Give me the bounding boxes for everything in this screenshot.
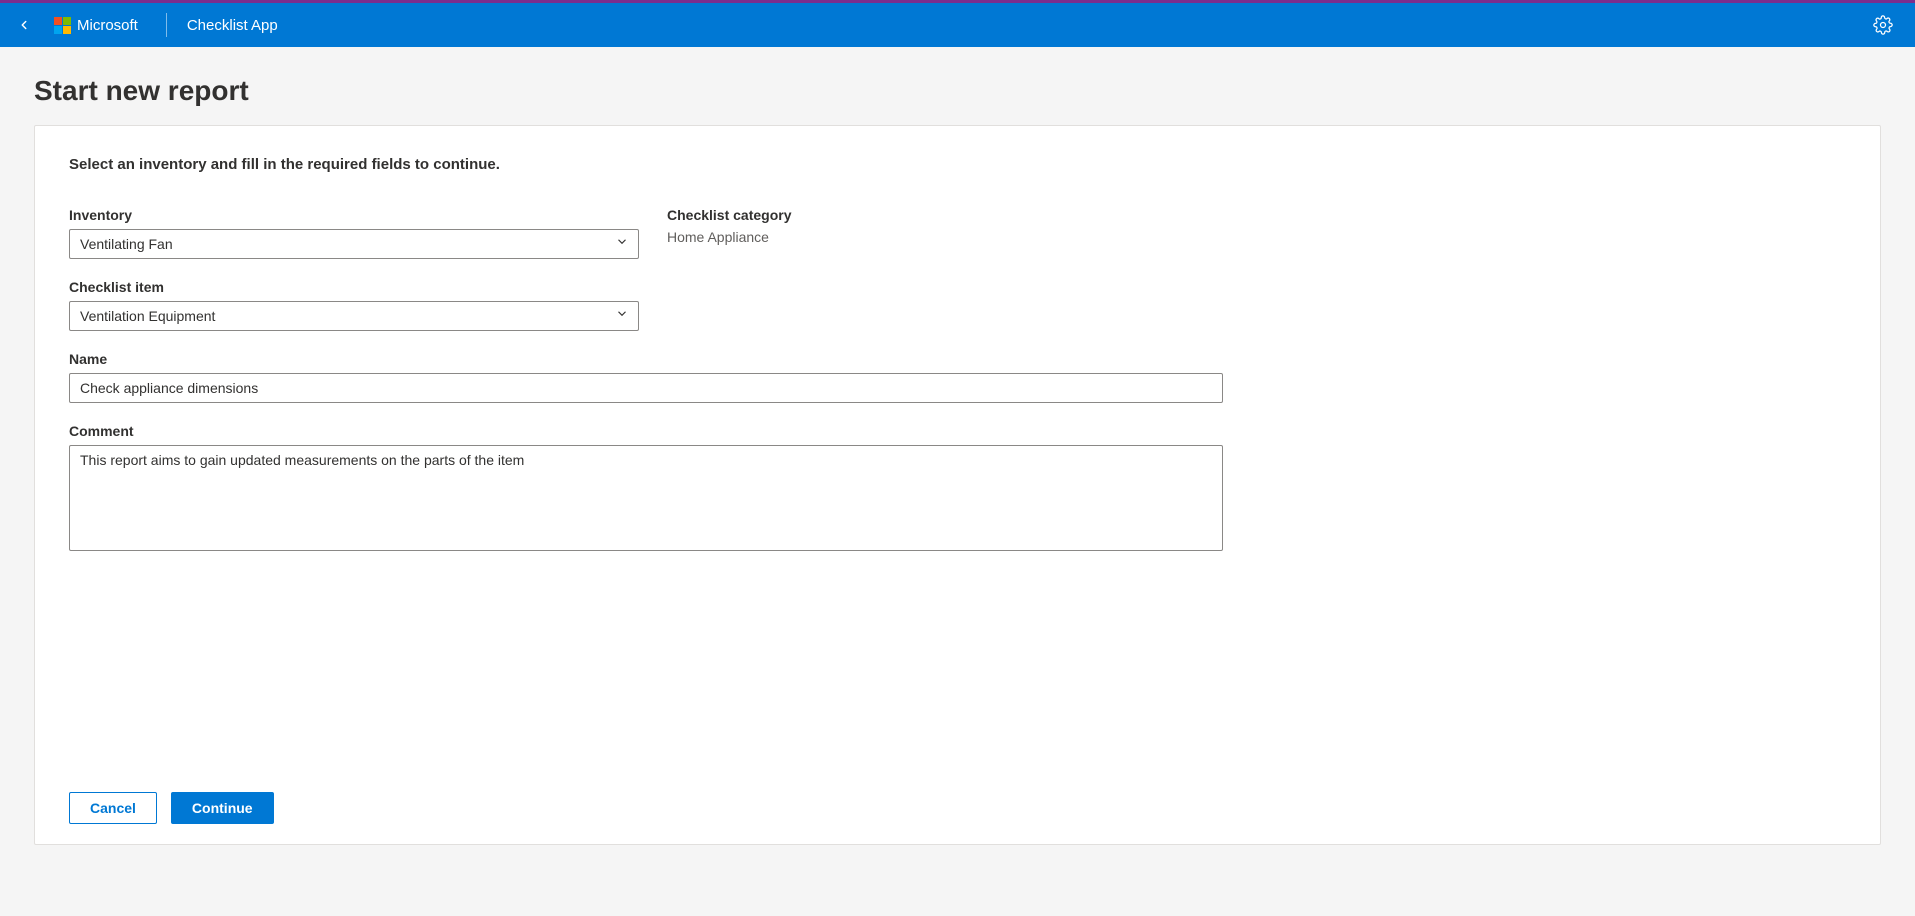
continue-button[interactable]: Continue [171, 792, 274, 824]
inventory-select-value: Ventilating Fan [80, 236, 173, 252]
form-instruction: Select an inventory and fill in the requ… [69, 156, 1846, 173]
name-field: Name [69, 351, 1846, 403]
checklist-item-field: Checklist item Ventilation Equipment [69, 279, 1846, 331]
checklist-item-select-value: Ventilation Equipment [80, 308, 215, 324]
app-title: Checklist App [187, 17, 278, 34]
microsoft-logo-icon [54, 17, 71, 34]
checklist-category-label: Checklist category [667, 207, 1167, 223]
inventory-field: Inventory Ventilating Fan [69, 207, 649, 259]
page-title: Start new report [34, 75, 1881, 107]
button-row: Cancel Continue [69, 792, 1846, 824]
checklist-item-label: Checklist item [69, 279, 1846, 295]
header-divider [166, 13, 167, 37]
checklist-category-field: Checklist category Home Appliance [667, 207, 1167, 259]
microsoft-logo-text: Microsoft [77, 17, 138, 34]
settings-button[interactable] [1871, 13, 1895, 37]
comment-field: Comment [69, 423, 1846, 556]
chevron-left-icon [17, 18, 31, 32]
inventory-select[interactable]: Ventilating Fan [69, 229, 639, 259]
app-header: Microsoft Checklist App [0, 3, 1915, 47]
form-card: Select an inventory and fill in the requ… [34, 125, 1881, 845]
back-button[interactable] [12, 13, 36, 37]
checklist-category-value: Home Appliance [667, 229, 1167, 245]
comment-textarea[interactable] [69, 445, 1223, 551]
cancel-button[interactable]: Cancel [69, 792, 157, 824]
name-label: Name [69, 351, 1846, 367]
gear-icon [1873, 15, 1893, 35]
comment-label: Comment [69, 423, 1846, 439]
inventory-category-row: Inventory Ventilating Fan Checklist cate… [69, 207, 1846, 279]
microsoft-logo: Microsoft [54, 17, 138, 34]
content-area: Start new report Select an inventory and… [0, 47, 1915, 845]
checklist-item-select[interactable]: Ventilation Equipment [69, 301, 639, 331]
inventory-label: Inventory [69, 207, 649, 223]
name-input[interactable] [69, 373, 1223, 403]
